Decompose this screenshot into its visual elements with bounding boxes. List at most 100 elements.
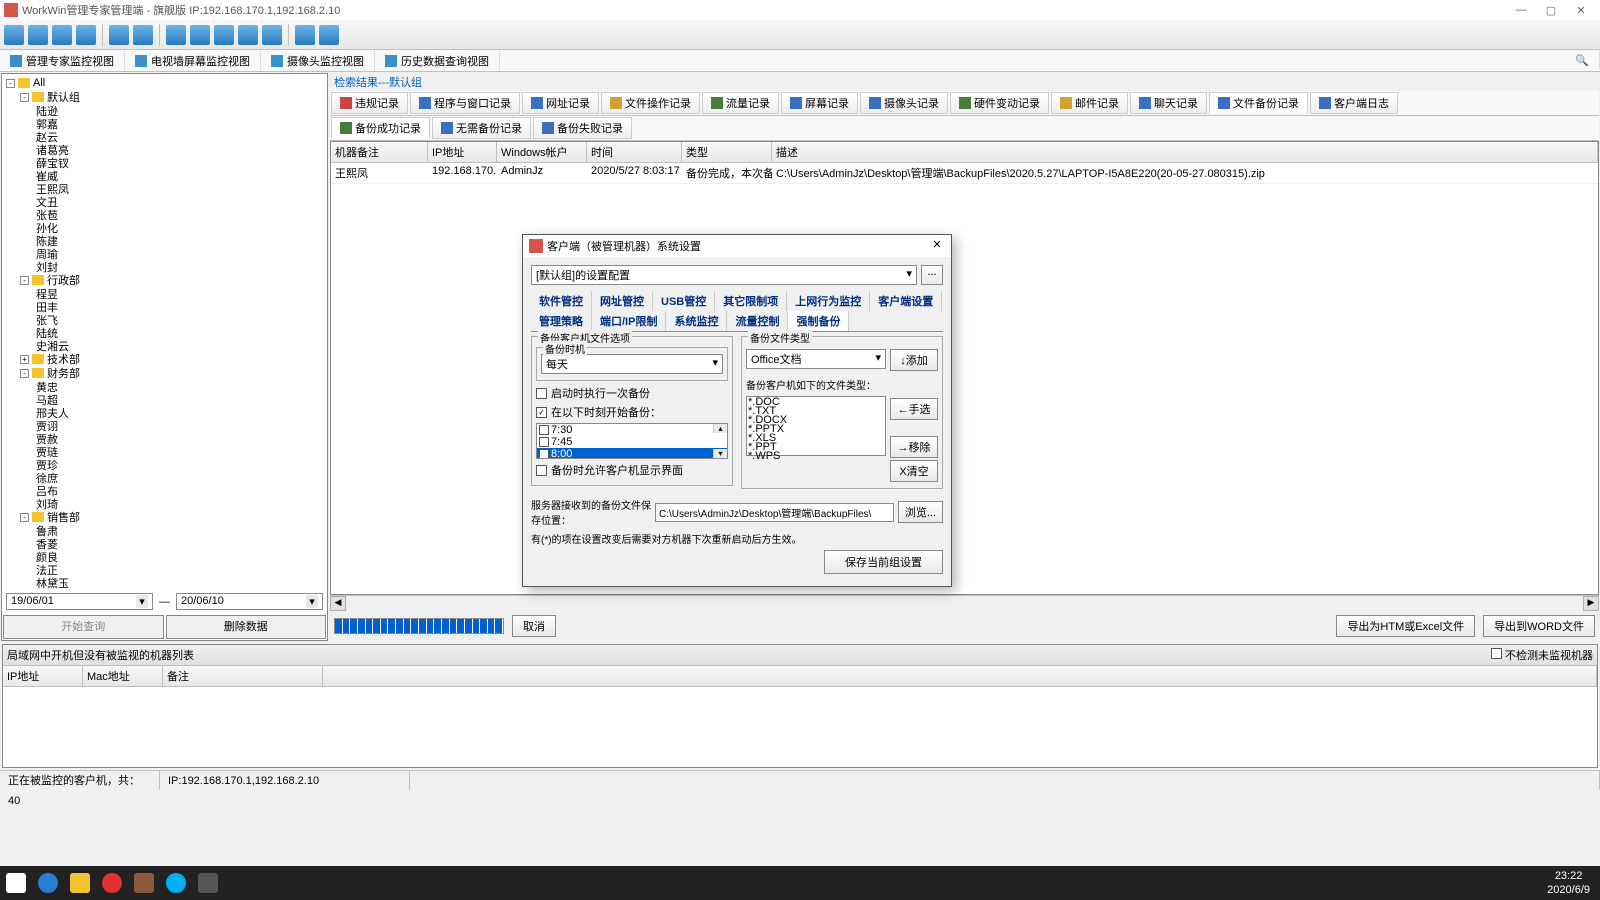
config-more-button[interactable]: ... xyxy=(921,265,943,285)
show-client-ui-checkbox[interactable]: 备份时允许客户机显示界面 xyxy=(536,462,728,478)
cancel-button[interactable]: 取消 xyxy=(512,615,556,637)
recordtab-9[interactable]: 聊天记录 xyxy=(1130,92,1207,114)
maximize-button[interactable]: ▢ xyxy=(1536,4,1566,17)
toolbar-btn-8[interactable] xyxy=(190,25,210,45)
dtab-0[interactable]: 软件管控 xyxy=(531,291,592,311)
recordtab-6[interactable]: 摄像头记录 xyxy=(860,92,948,114)
backup-at-time-checkbox[interactable]: ✓在以下时刻开始备份： xyxy=(536,404,728,420)
handpick-button[interactable]: ←手选 xyxy=(890,398,938,420)
recordtab-0[interactable]: 违规记录 xyxy=(331,92,408,114)
subtab-1[interactable]: 无需备份记录 xyxy=(432,117,531,139)
dialog-title: 客户端（被管理机器）系统设置 xyxy=(547,238,701,254)
browse-button[interactable]: 浏览... xyxy=(898,501,943,523)
data-grid[interactable]: 机器备注IP地址Windows帐户时间类型描述 王熙凤192.168.170.1… xyxy=(330,141,1599,595)
dtab-3[interactable]: 其它限制项 xyxy=(715,291,787,311)
toolbar-btn-1[interactable] xyxy=(4,25,24,45)
camera-icon xyxy=(271,55,283,67)
left-panel: -All-默认组陆逊郭嘉赵云诸葛亮薛宝钗崔威王熙凤文丑张苞孙化陈建周瑜刘封-行政… xyxy=(1,73,328,641)
remove-button[interactable]: →移除 xyxy=(890,436,938,458)
recordtab-4[interactable]: 流量记录 xyxy=(702,92,779,114)
recordtab-2[interactable]: 网址记录 xyxy=(522,92,599,114)
toolbar-btn-3[interactable] xyxy=(52,25,72,45)
app-task-icon[interactable] xyxy=(128,867,160,899)
start-button[interactable] xyxy=(0,867,32,899)
bottom-title: 局域网中开机但没有被监视的机器列表 xyxy=(7,647,194,663)
viewtab-history[interactable]: 历史数据查询视图 xyxy=(375,51,500,71)
toolbar-btn-7[interactable] xyxy=(166,25,186,45)
app-icon xyxy=(4,3,18,17)
toolbar-btn-4[interactable] xyxy=(76,25,96,45)
filetype-list[interactable]: *.DOC*.TXT*.DOCX*.PPTX*.XLS*.PPT*.WPS xyxy=(746,396,886,456)
export-html-button[interactable]: 导出为HTM或Excel文件 xyxy=(1336,615,1475,637)
viewtab-camera[interactable]: 摄像头监控视图 xyxy=(261,51,375,71)
paint-icon[interactable] xyxy=(192,867,224,899)
recordtab-11[interactable]: 客户端日志 xyxy=(1310,92,1398,114)
dtab-9[interactable]: 流量控制 xyxy=(727,311,788,331)
edge-icon[interactable] xyxy=(32,867,64,899)
subtab-0[interactable]: 备份成功记录 xyxy=(331,117,430,139)
dtab-4[interactable]: 上网行为监控 xyxy=(787,291,870,311)
filetype-select[interactable]: Office文档▾ xyxy=(746,349,886,369)
search-icon[interactable]: 🔍 xyxy=(1565,52,1600,69)
dtab-2[interactable]: USB管控 xyxy=(653,291,715,311)
grid-hscrollbar[interactable]: ◀▶ xyxy=(330,595,1599,611)
progress-bar xyxy=(334,618,504,634)
titlebar: WorkWin管理专家管理端 - 旗舰版 IP:192.168.170.1,19… xyxy=(0,0,1600,20)
save-settings-button[interactable]: 保存当前组设置 xyxy=(824,550,943,574)
opera-icon[interactable] xyxy=(96,867,128,899)
dtab-6[interactable]: 管理策略 xyxy=(531,311,592,331)
backup-when-select[interactable]: 每天▾ xyxy=(541,354,723,374)
close-button[interactable]: ✕ xyxy=(1566,4,1596,17)
config-group-select[interactable]: [默认组]的设置配置▾ xyxy=(531,265,917,285)
settings-dialog: 客户端（被管理机器）系统设置 ✕ [默认组]的设置配置▾ ... 软件管控网址管… xyxy=(522,234,952,587)
viewtab-tvwall[interactable]: 电视墙屏幕监控视图 xyxy=(125,51,261,71)
toolbar-btn-6[interactable] xyxy=(133,25,153,45)
windows-taskbar[interactable]: 23:222020/6/9 xyxy=(0,866,1600,900)
recordtab-1[interactable]: 程序与窗口记录 xyxy=(410,92,520,114)
dtab-1[interactable]: 网址管控 xyxy=(592,291,653,311)
backup-path-input[interactable]: C:\Users\AdminJz\Desktop\管理端\BackupFiles… xyxy=(655,503,894,522)
clear-button[interactable]: X清空 xyxy=(890,460,938,482)
recordtab-8[interactable]: 邮件记录 xyxy=(1051,92,1128,114)
history-icon xyxy=(385,55,397,67)
toolbar-btn-12[interactable] xyxy=(295,25,315,45)
monitor-icon xyxy=(10,55,22,67)
record-tabs: 违规记录程序与窗口记录网址记录文件操作记录流量记录屏幕记录摄像头记录硬件变动记录… xyxy=(330,91,1599,116)
recordtab-5[interactable]: 屏幕记录 xyxy=(781,92,858,114)
toolbar-btn-5[interactable] xyxy=(109,25,129,45)
dialog-close-button[interactable]: ✕ xyxy=(929,238,945,254)
start-query-button[interactable]: 开始查询 xyxy=(3,615,164,639)
backup-time-list[interactable]: 7:30 7:45 ✓8:00 ▴▾ xyxy=(536,423,728,459)
viewtab-monitor[interactable]: 管理专家监控视图 xyxy=(0,51,125,71)
no-detect-checkbox[interactable]: 不检测未监视机器 xyxy=(1505,650,1593,662)
minimize-button[interactable]: — xyxy=(1506,4,1536,16)
delete-data-button[interactable]: 删除数据 xyxy=(166,615,327,639)
sub-tabs: 备份成功记录无需备份记录备份失败记录 xyxy=(330,116,1599,141)
bottom-panel: 局域网中开机但没有被监视的机器列表 不检测未监视机器 IP地址Mac地址备注 xyxy=(2,644,1598,768)
date-from-input[interactable]: 19/06/01▾ xyxy=(6,593,153,610)
subtab-2[interactable]: 备份失败记录 xyxy=(533,117,632,139)
client-tree[interactable]: -All-默认组陆逊郭嘉赵云诸葛亮薛宝钗崔威王熙凤文丑张苞孙化陈建周瑜刘封-行政… xyxy=(2,74,327,589)
system-clock[interactable]: 23:222020/6/9 xyxy=(1537,869,1600,897)
recordtab-10[interactable]: 文件备份记录 xyxy=(1209,92,1308,114)
toolbar-btn-13[interactable] xyxy=(319,25,339,45)
add-button[interactable]: ↓添加 xyxy=(890,349,938,371)
backup-on-start-checkbox[interactable]: 启动时执行一次备份 xyxy=(536,385,728,401)
recordtab-7[interactable]: 硬件变动记录 xyxy=(950,92,1049,114)
recordtab-3[interactable]: 文件操作记录 xyxy=(601,92,700,114)
dtab-10[interactable]: 强制备份 xyxy=(788,311,849,331)
skype-icon[interactable] xyxy=(160,867,192,899)
toolbar-btn-11[interactable] xyxy=(262,25,282,45)
explorer-icon[interactable] xyxy=(64,867,96,899)
toolbar-btn-2[interactable] xyxy=(28,25,48,45)
dtab-8[interactable]: 系统监控 xyxy=(666,311,727,331)
tvwall-icon xyxy=(135,55,147,67)
toolbar-btn-10[interactable] xyxy=(238,25,258,45)
export-word-button[interactable]: 导出到WORD文件 xyxy=(1483,615,1595,637)
date-to-input[interactable]: 20/06/10▾ xyxy=(176,593,323,610)
dtab-5[interactable]: 客户端设置 xyxy=(870,291,942,311)
toolbar-btn-9[interactable] xyxy=(214,25,234,45)
dialog-icon xyxy=(529,239,543,253)
dtab-7[interactable]: 端口/IP限制 xyxy=(592,311,666,331)
search-result-label: 检索结果---默认组 xyxy=(330,73,1599,91)
